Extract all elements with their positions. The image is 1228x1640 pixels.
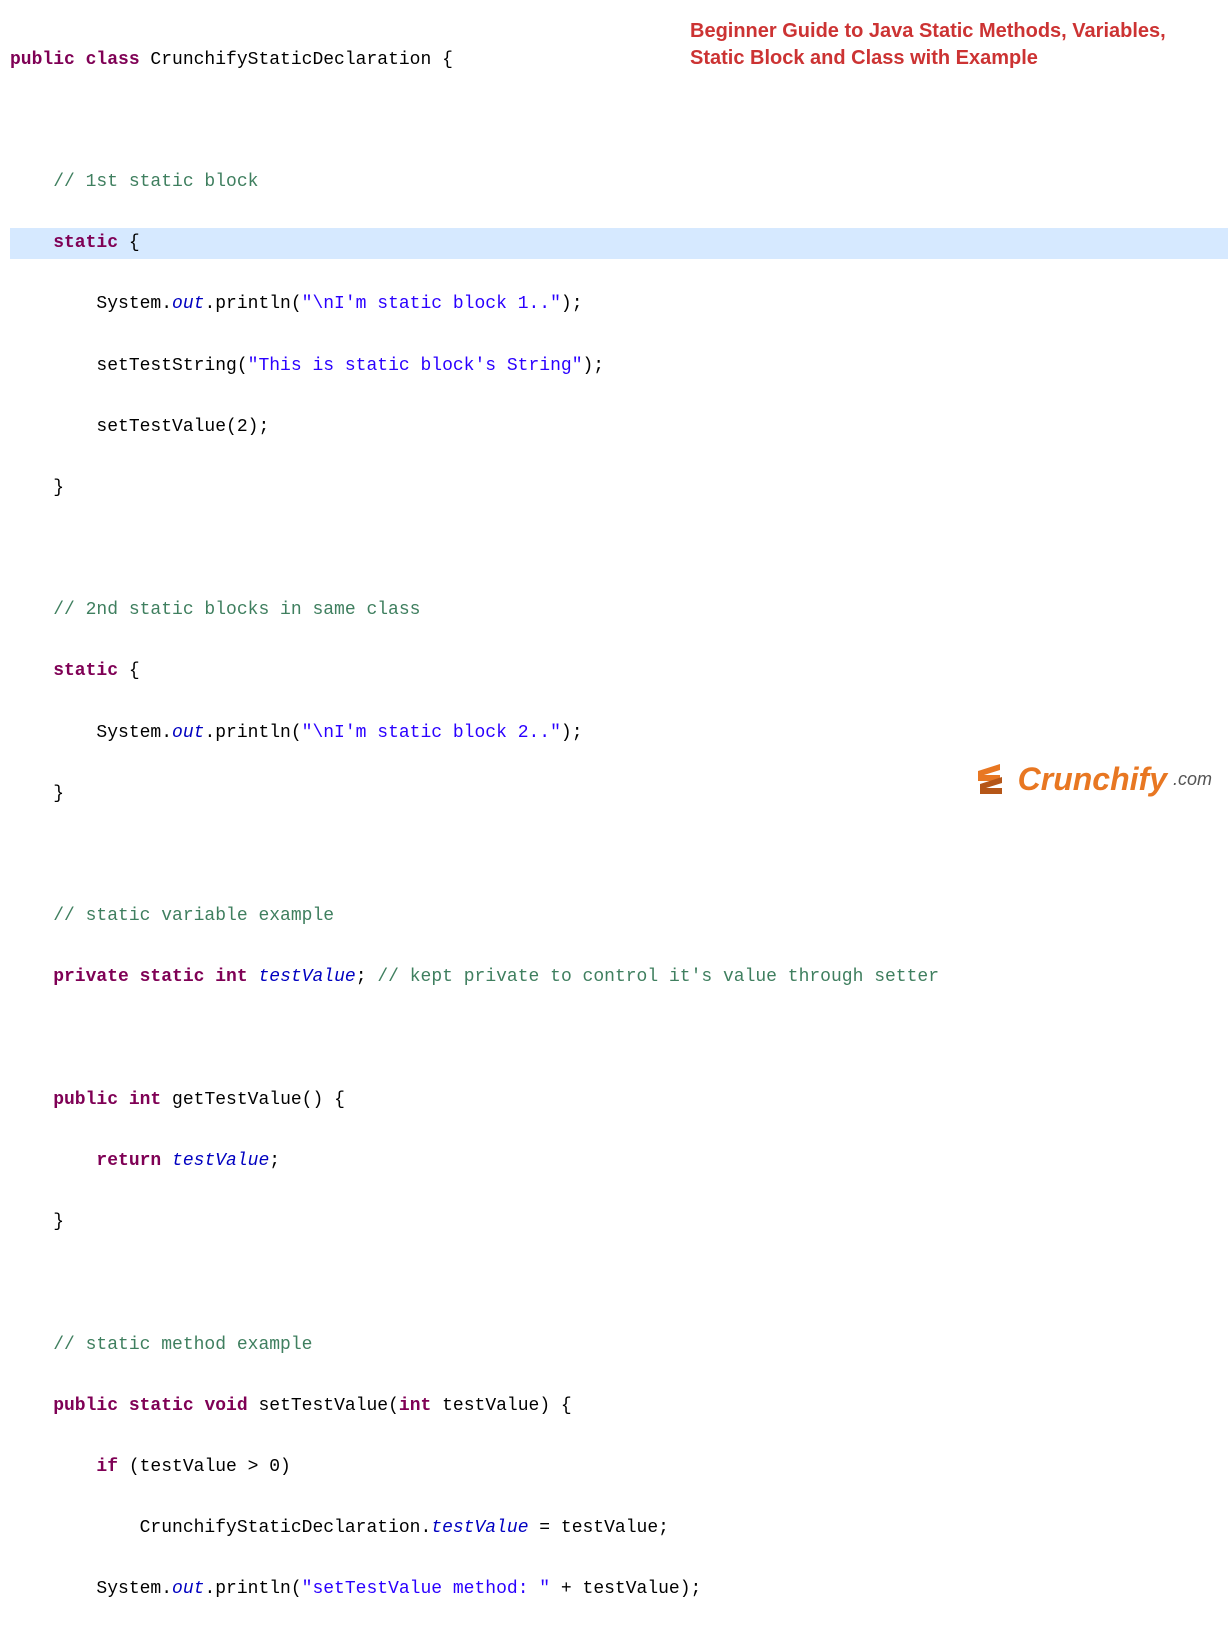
- crunchify-icon: [978, 764, 1012, 794]
- code-line: // static variable example: [10, 901, 1228, 932]
- code-line: System.out.println("\nI'm static block 2…: [10, 718, 1228, 749]
- code-line: System.out.println("\nI'm static block 1…: [10, 289, 1228, 320]
- code-line-highlighted: static {: [10, 228, 1228, 259]
- code-line: [10, 534, 1228, 565]
- code-line: private static int testValue; // kept pr…: [10, 962, 1228, 993]
- code-line: public int getTestValue() {: [10, 1085, 1228, 1116]
- brand-name: Crunchify: [1018, 752, 1167, 806]
- page-title: Beginner Guide to Java Static Methods, V…: [690, 18, 1210, 72]
- code-line: setTestValue(2);: [10, 412, 1228, 443]
- code-line: if (testValue > 0): [10, 1452, 1228, 1483]
- code-line: }: [10, 1635, 1228, 1640]
- code-line: return testValue;: [10, 1146, 1228, 1177]
- code-line: public static void setTestValue(int test…: [10, 1391, 1228, 1422]
- code-line: System.out.println("setTestValue method:…: [10, 1574, 1228, 1605]
- brand-suffix: .com: [1173, 764, 1212, 795]
- code-line: [10, 840, 1228, 871]
- code-line: [10, 1268, 1228, 1299]
- code-line: // 1st static block: [10, 167, 1228, 198]
- code-editor: public class CrunchifyStaticDeclaration …: [0, 0, 1228, 1640]
- code-line: }: [10, 1207, 1228, 1238]
- code-line: // 2nd static blocks in same class: [10, 595, 1228, 626]
- code-line: setTestString("This is static block's St…: [10, 351, 1228, 382]
- code-line: CrunchifyStaticDeclaration.testValue = t…: [10, 1513, 1228, 1544]
- code-line: static {: [10, 656, 1228, 687]
- code-line: }: [10, 473, 1228, 504]
- code-line: [10, 106, 1228, 137]
- code-line: // static method example: [10, 1330, 1228, 1361]
- brand-logo: Crunchify.com: [978, 752, 1212, 806]
- code-line: [10, 1024, 1228, 1055]
